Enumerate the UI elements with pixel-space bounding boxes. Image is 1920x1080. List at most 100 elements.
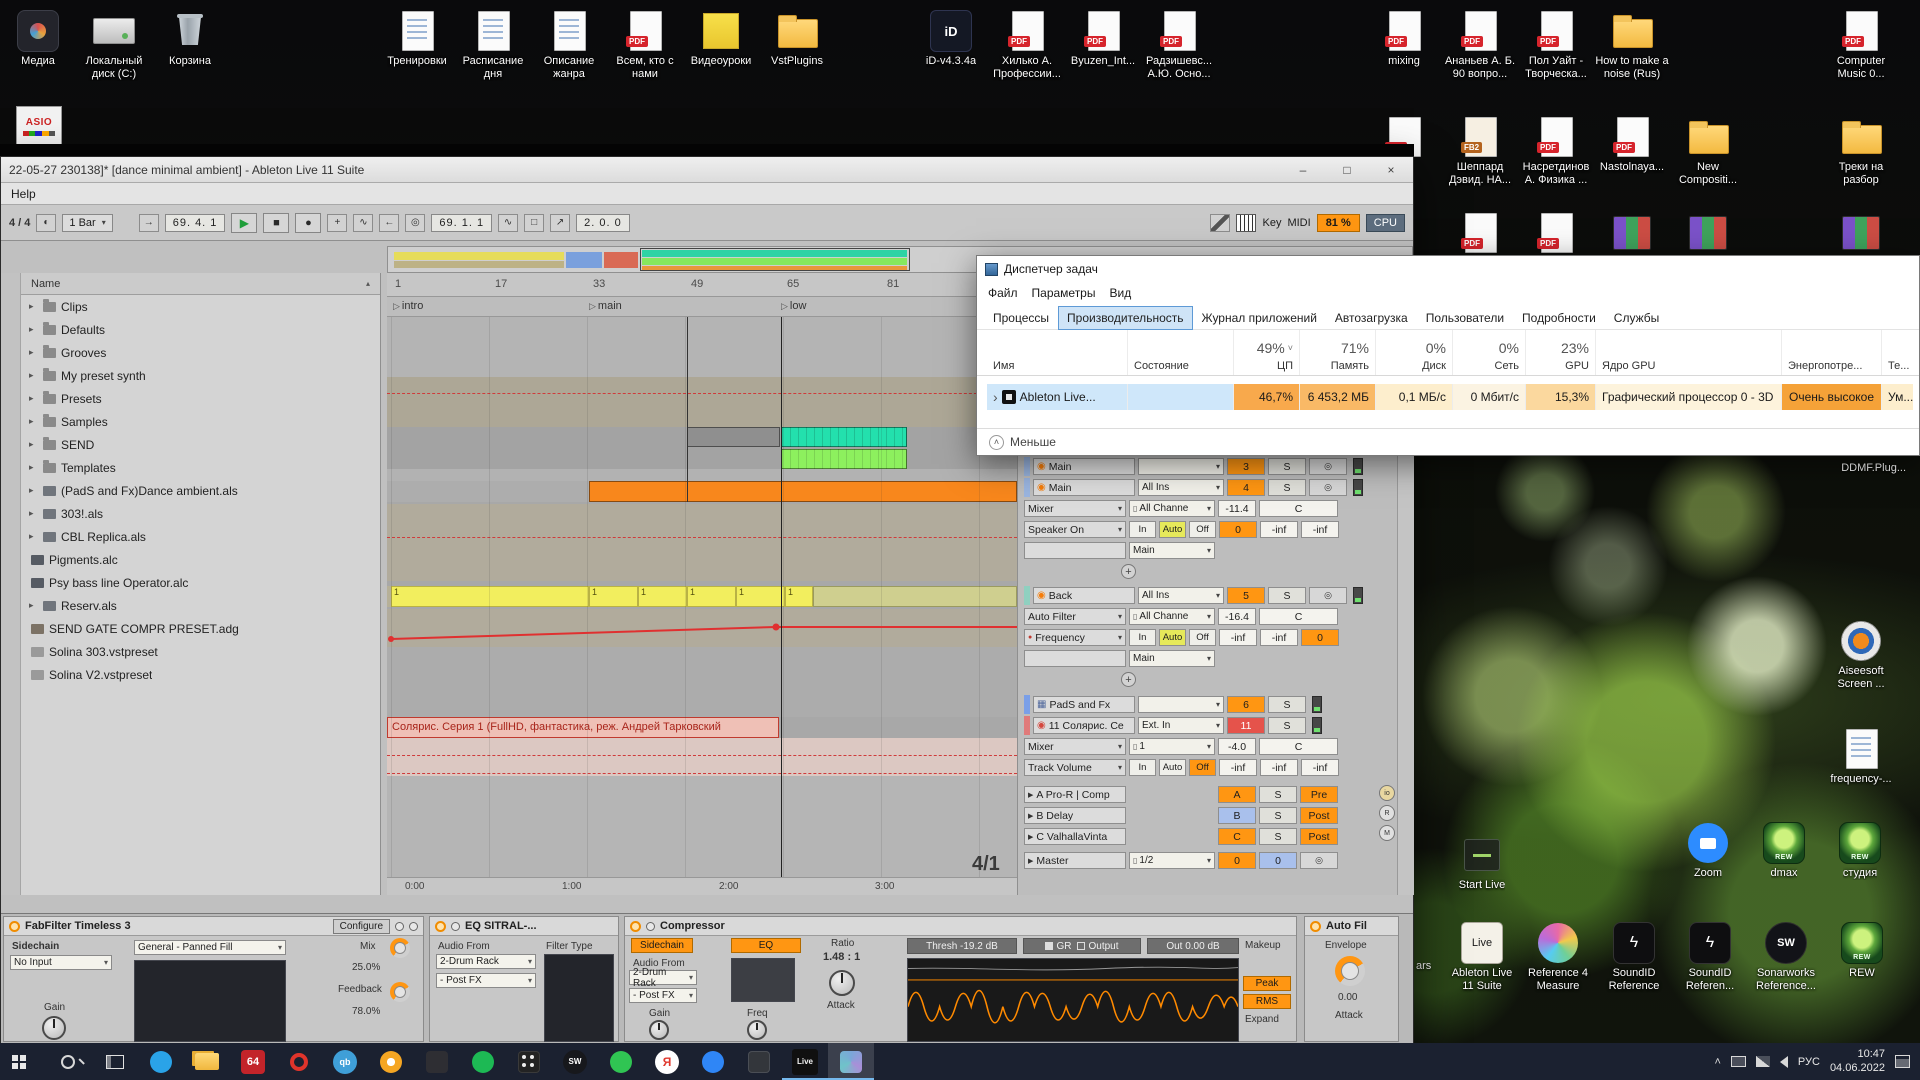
track-value-box[interactable]: -inf	[1219, 629, 1257, 646]
track-row[interactable]: Master 1/2 0 0 ◎	[1024, 851, 1393, 870]
tab[interactable]: Службы	[1606, 307, 1667, 329]
midi-map-button[interactable]: MIDI	[1287, 217, 1310, 229]
tab[interactable]: Автозагрузка	[1327, 307, 1416, 329]
hot-swap-icon[interactable]	[646, 922, 655, 931]
audio-from-select[interactable]: 2-Drum Rack	[629, 970, 697, 985]
eq-freq-knob[interactable]	[747, 1020, 767, 1040]
quantize-select[interactable]: 1 Bar	[62, 214, 112, 232]
record-button[interactable]: ●	[295, 213, 321, 233]
track-name-button[interactable]: Back	[1033, 587, 1135, 604]
browser-item[interactable]: Pigments.alc	[21, 548, 380, 571]
track-name-button[interactable]: A Pro-R | Comp	[1024, 786, 1126, 803]
automation-in-button[interactable]: In	[1129, 759, 1156, 776]
track-extra-box[interactable]: -inf	[1301, 759, 1339, 776]
yellow-clip-cell[interactable]: 1	[638, 586, 687, 607]
solaris-video-clip[interactable]: Солярис. Серия 1 (FullHD, фантастика, ре…	[387, 717, 779, 738]
loop-start[interactable]: 69. 1. 1	[431, 214, 492, 232]
desktop-icon[interactable]: REWREW	[1824, 918, 1900, 993]
desktop-icon[interactable]: PDFРадзишевс... А.Ю. Осно...	[1141, 6, 1217, 81]
automation-auto-button[interactable]: Auto	[1159, 759, 1186, 776]
menu-item[interactable]: Параметры	[1025, 284, 1103, 302]
browser-item[interactable]: ▸ Presets	[21, 387, 380, 410]
arrangement-position[interactable]: 69. 4. 1	[165, 214, 226, 232]
track-row[interactable]: Track Volume In Auto Off -inf -inf -inf	[1024, 758, 1393, 777]
language-indicator[interactable]: РУС	[1798, 1056, 1820, 1068]
track-value-box[interactable]: -11.4	[1218, 500, 1256, 517]
track-value-box[interactable]: 5	[1227, 587, 1265, 604]
automation-off-button[interactable]: Off	[1189, 759, 1216, 776]
track-extra-box[interactable]: Post	[1300, 807, 1338, 824]
yellow-clip-cell[interactable]: 1	[391, 586, 589, 607]
close-button[interactable]: ×	[1369, 157, 1413, 182]
preset-select[interactable]: General - Panned Fill	[134, 940, 286, 955]
taskbar-app-icon[interactable]: Live	[782, 1043, 828, 1080]
time-ruler[interactable]: 0:00 1:00 2:00 3:00	[387, 877, 1017, 895]
feedback-value[interactable]: 78.0%	[352, 1006, 380, 1017]
track-extra-box[interactable]: Pre	[1300, 786, 1338, 803]
title-bar[interactable]: 22-05-27 230138]* [dance minimal ambient…	[1, 157, 1413, 183]
audio-from-point-select[interactable]: - Post FX	[629, 988, 697, 1003]
midi-clip-green[interactable]	[781, 449, 907, 469]
track-name-button[interactable]: Auto Filter	[1024, 608, 1126, 625]
track-name-button[interactable]: Main	[1033, 479, 1135, 496]
desktop-icon[interactable]: REWdmax	[1746, 818, 1822, 880]
plugin-display[interactable]	[544, 954, 614, 1042]
expander-icon[interactable]: ›	[993, 389, 998, 405]
track-solo-button[interactable]: -inf	[1260, 629, 1298, 646]
desktop-icon[interactable]: ϟSoundID Referen...	[1672, 918, 1748, 993]
io-section-toggle[interactable]: io	[1379, 785, 1395, 801]
desktop-icon[interactable]: PDF	[1518, 208, 1594, 257]
desktop-icon[interactable]: PDFВсем, кто с нами	[607, 6, 683, 81]
track-name-button[interactable]: PadS and Fx	[1033, 696, 1135, 713]
desktop-icon[interactable]: Тренировки	[379, 6, 455, 81]
track-name-button[interactable]: Mixer	[1024, 738, 1126, 755]
expand-arrow-icon[interactable]: ▸	[29, 393, 41, 404]
column-header[interactable]: 49%˅ ЦП	[1233, 330, 1299, 375]
taskbar-app-icon[interactable]	[414, 1043, 460, 1080]
track-row[interactable]: Back All Ins 5 S ◎	[1024, 586, 1393, 605]
desktop-icon[interactable]: PDFАнаньев А. Б. 90 вопро...	[1442, 6, 1518, 81]
track-io-select[interactable]: All Ins	[1138, 587, 1224, 604]
add-automation-lane-button[interactable]: +	[1121, 672, 1136, 687]
track-value-box[interactable]: B	[1218, 807, 1256, 824]
track-value-box[interactable]: -4.0	[1218, 738, 1256, 755]
locator[interactable]: ▷low	[781, 300, 806, 312]
punch-out-icon[interactable]: ↗	[550, 214, 570, 232]
metronome-icon[interactable]: ◐	[36, 214, 56, 232]
taskbar-app-icon[interactable]	[690, 1043, 736, 1080]
device-power-icon[interactable]	[9, 921, 20, 932]
taskbar-app-icon[interactable]: qb	[322, 1043, 368, 1080]
taskbar-app-icon[interactable]: SW	[552, 1043, 598, 1080]
taskbar-app-icon[interactable]	[460, 1043, 506, 1080]
track-solo-button[interactable]: S	[1268, 458, 1306, 475]
track-solo-button[interactable]: S	[1268, 479, 1306, 496]
tab[interactable]: Журнал приложений	[1194, 307, 1325, 329]
track-value-box[interactable]: 11	[1227, 717, 1265, 734]
audio-from-select[interactable]: 2-Drum Rack	[436, 954, 536, 969]
taskbar-app-icon[interactable]	[598, 1043, 644, 1080]
column-header[interactable]: 71% Память	[1299, 330, 1375, 375]
locator-lane[interactable]: ▷intro ▷main ▷low	[387, 297, 1017, 317]
track-io-select[interactable]: All Channe	[1129, 608, 1215, 625]
device-power-icon[interactable]	[630, 921, 641, 932]
track-extra-box[interactable]: ◎	[1300, 852, 1338, 869]
ratio-value[interactable]: 1.48 : 1	[823, 951, 860, 963]
track-extra-box[interactable]: 0	[1301, 629, 1339, 646]
browser-item[interactable]: ▸ (PadS and Fx)Dance ambient.als	[21, 479, 380, 502]
track-io-select[interactable]: Ext. In	[1138, 717, 1224, 734]
browser-item[interactable]: ▸ 303!.als	[21, 502, 380, 525]
plugin-display[interactable]	[134, 960, 286, 1042]
browser-item[interactable]: ▸ Grooves	[21, 341, 380, 364]
track-io-select[interactable]: 1	[1129, 738, 1215, 755]
track-row[interactable]: Main All Ins 4 S ◎	[1024, 478, 1393, 497]
browser-item[interactable]: ▸ Reserv.als	[21, 594, 380, 617]
track-solo-button[interactable]: C	[1259, 738, 1338, 755]
track-row[interactable]: +	[1024, 562, 1393, 581]
volume-tray-icon[interactable]	[1780, 1056, 1788, 1068]
desktop-icon[interactable]: How to make a noise (Rus)	[1594, 6, 1670, 81]
sidechain-input-select[interactable]: No Input	[10, 955, 112, 970]
desktop-icon[interactable]: Медиа	[0, 6, 76, 81]
gear-icon[interactable]	[395, 922, 404, 931]
browser-item[interactable]: Solina V2.vstpreset	[21, 663, 380, 686]
browser-item[interactable]: ▸ SEND	[21, 433, 380, 456]
